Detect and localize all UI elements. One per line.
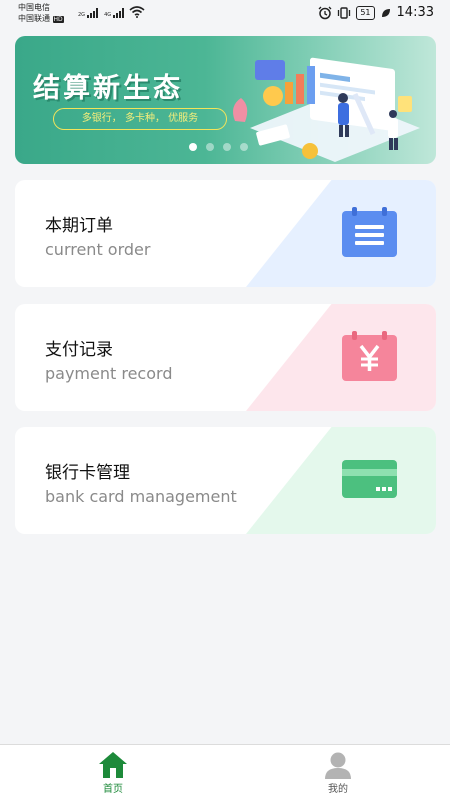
battery-icon: 51 (356, 5, 375, 20)
tab-mine[interactable]: 我的 (308, 751, 368, 799)
vibrate-icon (338, 6, 351, 19)
wifi-icon (129, 6, 145, 18)
bank-card-icon (342, 460, 397, 498)
alarm-icon (318, 6, 332, 19)
hd-badge: HD (52, 16, 64, 23)
order-list-icon (342, 207, 397, 257)
network-indicators: 2G 4G (78, 6, 145, 18)
carousel-dot[interactable] (206, 143, 214, 151)
banner-illustration (233, 57, 420, 162)
promo-banner[interactable]: 结算新生态 多银行， 多卡种， 优服务 (15, 36, 436, 164)
carousel-dot[interactable] (223, 143, 231, 151)
carrier-1: 中国电信 (18, 3, 50, 12)
status-bar: 中国电信 中国联通 HD 2G 4G 51 14:33 (0, 0, 450, 28)
card-title: 支付记录 (45, 340, 113, 360)
card-background-tint (246, 180, 436, 287)
banner-subtitle: 多银行， 多卡种， 优服务 (53, 108, 227, 130)
card-subtitle: bank card management (45, 487, 237, 506)
tab-home-label: 首页 (103, 784, 123, 795)
carousel-dot[interactable] (240, 143, 248, 151)
card-background-tint (246, 304, 436, 411)
carousel-dot[interactable] (189, 143, 197, 151)
user-icon (325, 752, 351, 779)
signal-icon (87, 8, 99, 18)
card-title: 本期订单 (45, 216, 113, 236)
tab-mine-label: 我的 (328, 784, 348, 795)
card-subtitle: current order (45, 240, 151, 259)
banner-title: 结算新生态 (33, 73, 183, 104)
bottom-tab-bar: 首页 我的 (0, 744, 450, 800)
card-title: 银行卡管理 (45, 463, 130, 483)
net-4g-label: 4G (104, 12, 112, 18)
status-right: 51 14:33 (318, 5, 434, 20)
home-icon (99, 752, 127, 778)
leaf-icon (381, 8, 390, 17)
carrier-2: 中国联通 HD (18, 14, 64, 23)
net-2g-label: 2G (78, 12, 86, 18)
yuan-payment-icon (342, 331, 397, 381)
card-payment-record[interactable]: 支付记录 payment record (15, 304, 436, 411)
card-background-tint (246, 427, 436, 534)
clock: 14:33 (396, 5, 434, 20)
signal-icon (113, 8, 125, 18)
carrier-info: 中国电信 中国联通 HD (18, 2, 64, 25)
card-bank-card-management[interactable]: 银行卡管理 bank card management (15, 427, 436, 534)
card-subtitle: payment record (45, 364, 173, 383)
tab-home[interactable]: 首页 (83, 751, 143, 799)
carousel-dots (189, 143, 248, 151)
card-current-order[interactable]: 本期订单 current order (15, 180, 436, 287)
